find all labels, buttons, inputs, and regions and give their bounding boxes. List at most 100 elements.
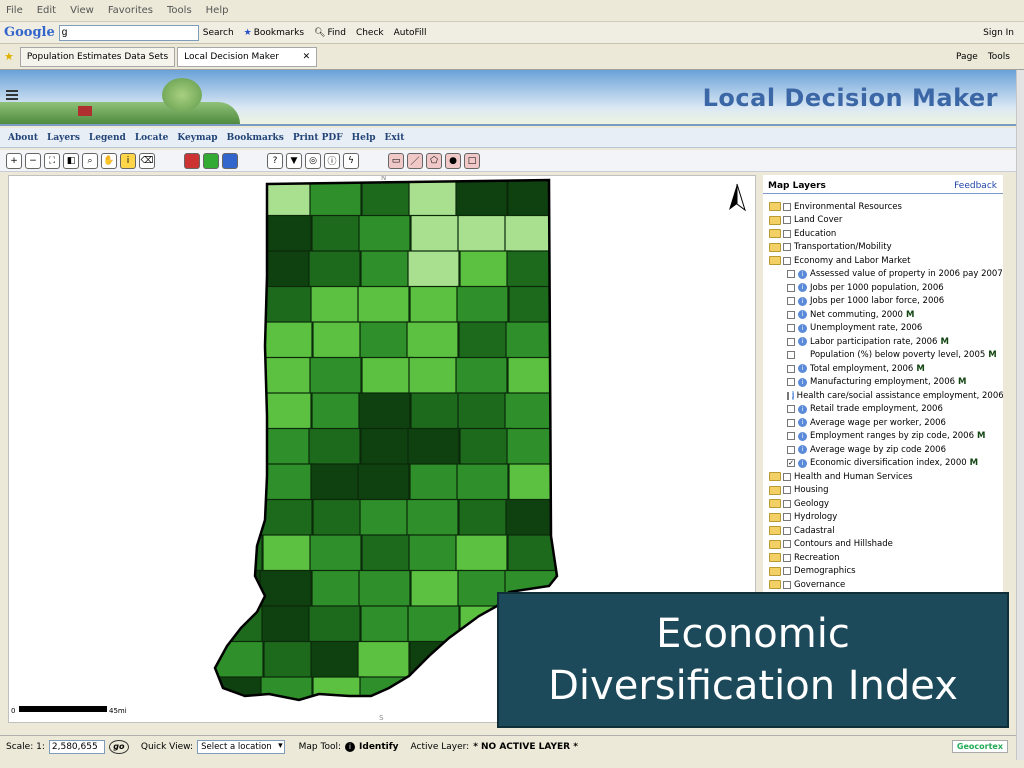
county-polygon[interactable] [308,427,361,466]
layer-group-geology[interactable]: Geology [763,497,1003,511]
county-polygon[interactable] [459,250,512,289]
county-polygon[interactable] [457,214,510,253]
quick-view-select[interactable]: Select a location [197,739,285,754]
layer-group-hydrology[interactable]: Hydrology [763,511,1003,525]
layer-checkbox[interactable] [783,513,791,522]
feedback-link[interactable]: Feedback [954,181,997,191]
county-polygon[interactable] [308,250,361,289]
county-polygon[interactable] [409,285,462,324]
layer-group-education[interactable]: Education [763,227,1003,241]
county-polygon[interactable] [211,180,263,218]
layer-item[interactable]: i Jobs per 1000 population, 2006 [763,281,1003,295]
info-icon[interactable]: i [798,283,807,293]
county-polygon[interactable] [458,498,511,537]
search-button[interactable]: Search [203,28,234,38]
county-polygon[interactable] [214,498,266,537]
county-polygon[interactable] [259,569,312,608]
layer-item[interactable]: i Jobs per 1000 labor force, 2006 [763,295,1003,309]
info-icon[interactable]: i [798,418,807,428]
county-polygon[interactable] [456,285,509,324]
layer-checkbox[interactable] [783,540,791,549]
google-search-input[interactable] [58,24,199,41]
eraser-icon[interactable]: ⌫ [139,152,155,169]
layer-item[interactable]: ✓ i Economic diversification index, 2000 M [763,457,1003,471]
county-polygon[interactable] [212,285,264,324]
close-icon[interactable]: ✕ [303,52,311,62]
county-polygon[interactable] [215,427,267,466]
nav-print-pdf[interactable]: Print PDF [293,133,343,143]
metadata-badge[interactable]: M [940,337,948,347]
layer-checkbox[interactable] [787,432,795,441]
county-polygon[interactable] [410,392,463,431]
county-polygon[interactable] [360,427,413,466]
favorites-star-icon[interactable]: ★ [4,50,14,63]
layer-checkbox[interactable] [783,580,791,589]
zoom-box-icon[interactable]: ⌕ [82,152,98,169]
layer-item[interactable]: i Labor participation rate, 2006 M [763,335,1003,349]
page-menu[interactable]: Page [956,52,978,62]
scale-input[interactable] [48,739,105,754]
county-polygon[interactable] [455,356,508,395]
layer-checkbox[interactable] [787,310,795,319]
previous-extent-icon[interactable]: ◧ [63,152,79,169]
county-polygon[interactable] [361,356,414,395]
layer-checkbox[interactable] [783,202,791,211]
county-polygon[interactable] [407,250,460,289]
layer-checkbox[interactable] [787,378,795,387]
layer-checkbox[interactable] [787,351,795,360]
layer-item[interactable]: i Employment ranges by zip code, 2006 M [763,430,1003,444]
county-polygon[interactable] [260,498,313,537]
layer-group-governance[interactable]: Governance [763,578,1003,592]
layer-group-economy-and-labor-market[interactable]: Economy and Labor Market [763,254,1003,268]
info-icon[interactable]: i [798,269,807,279]
nav-about[interactable]: About [8,133,38,143]
county-polygon[interactable] [214,321,266,360]
draw-polygon-icon[interactable]: ⬠ [426,152,442,169]
county-polygon[interactable] [408,356,461,395]
county-polygon[interactable] [310,463,363,502]
layer-checkbox[interactable] [783,229,791,238]
county-polygon[interactable] [211,534,263,573]
tab-population-estimates[interactable]: Population Estimates Data Sets [19,46,176,67]
info-icon[interactable]: i [798,364,807,374]
county-polygon[interactable] [213,214,265,253]
buffer-icon[interactable]: ◎ [305,152,321,169]
select-red-icon[interactable] [184,152,200,169]
county-polygon[interactable] [504,392,557,431]
county-polygon[interactable] [309,534,362,573]
layer-group-demographics[interactable]: Demographics [763,565,1003,579]
county-polygon[interactable] [360,605,413,644]
layer-checkbox[interactable] [783,567,791,576]
county-polygon[interactable] [263,640,316,679]
info-icon[interactable]: i [798,296,807,306]
info-icon[interactable]: i [798,323,807,333]
info-icon[interactable]: i [792,391,794,401]
layer-checkbox[interactable] [787,337,795,346]
county-polygon[interactable] [359,321,412,360]
select-blue-icon[interactable] [222,152,238,169]
autofill-button[interactable]: AutoFill [394,28,427,38]
layer-group-environmental-resources[interactable]: Environmental Resources [763,200,1003,214]
county-polygon[interactable] [260,321,313,360]
layer-checkbox[interactable] [787,391,789,400]
info-icon[interactable]: i [798,337,807,347]
county-polygon[interactable] [459,427,512,466]
county-polygon[interactable] [358,392,411,431]
county-polygon[interactable] [406,321,459,360]
county-polygon[interactable] [409,640,462,679]
county-polygon[interactable] [455,534,508,573]
layer-group-contours-and-hillshade[interactable]: Contours and Hillshade [763,538,1003,552]
info-icon[interactable]: i [798,431,807,441]
county-polygon[interactable] [406,498,459,537]
county-polygon[interactable] [508,285,560,324]
menu-edit[interactable]: Edit [37,5,56,16]
county-polygon[interactable] [457,392,510,431]
layer-item[interactable]: i Retail trade employment, 2006 [763,403,1003,417]
menu-favorites[interactable]: Favorites [108,5,153,16]
layer-item[interactable]: Population (%) below poverty level, 2005… [763,349,1003,363]
metadata-badge[interactable]: M [977,431,985,441]
layer-item[interactable]: i Assessed value of property in 2006 pay … [763,268,1003,282]
layer-group-recreation[interactable]: Recreation [763,551,1003,565]
county-polygon[interactable] [311,569,364,608]
menu-help[interactable]: Help [206,5,229,16]
